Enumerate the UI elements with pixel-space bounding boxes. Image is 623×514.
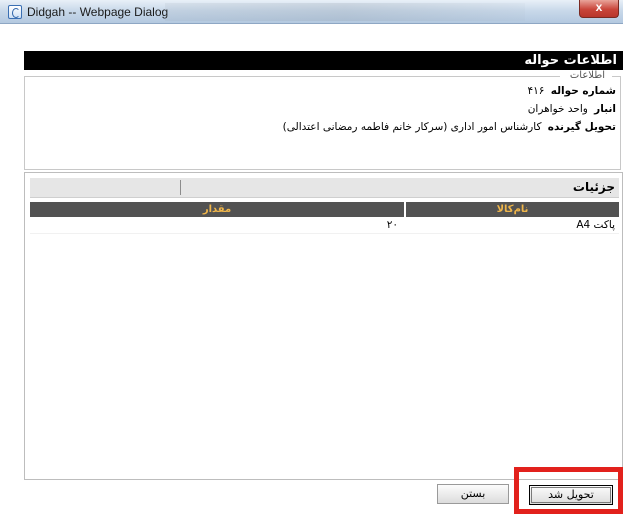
details-header: جزئیات [30,178,619,198]
info-fieldset: اطلاعات شماره حواله ۴۱۶ انبار واحد خواهر… [24,70,621,170]
close-button[interactable]: بستن [437,484,509,504]
warehouse-row: انبار واحد خواهران [528,103,616,115]
annotation-highlight-box [514,467,623,514]
quantity-cell: ۲۰ [386,219,398,231]
warehouse-value: واحد خواهران [527,103,588,115]
details-header-separator [180,180,181,195]
window-title: Didgah -- Webpage Dialog [27,5,169,19]
column-header-item-name[interactable]: نام‌کالا [406,202,619,217]
details-title: جزئیات [572,180,615,194]
window-title-bar: Didgah -- Webpage Dialog x [0,0,623,24]
grid-header: مقدار نام‌کالا [30,202,619,217]
title-bar-background-blur [165,3,525,21]
fieldset-border [25,76,560,77]
recipient-value: کارشناس امور اداری (سرکار خانم فاطمه رمض… [282,121,542,133]
warehouse-label: انبار [594,103,616,115]
table-row[interactable]: پاکت A4 ۲۰ [30,218,619,234]
recipient-row: تحویل گیرنده کارشناس امور اداری (سرکار خ… [283,121,616,133]
details-panel: جزئیات مقدار نام‌کالا پاکت A4 ۲۰ [24,172,623,480]
item-name-cell: پاکت A4 [576,219,615,231]
transfer-number-value: ۴۱۶ [527,85,545,97]
recipient-label: تحویل گیرنده [547,121,616,133]
close-icon: x [595,0,603,14]
transfer-number-row: شماره حواله ۴۱۶ [527,85,616,97]
column-header-quantity[interactable]: مقدار [30,202,404,217]
window-close-button[interactable]: x [579,0,619,18]
fieldset-border-right [612,76,620,77]
transfer-number-label: شماره حواله [550,85,616,97]
page-title: اطلاعات حواله [24,51,623,70]
ie-page-icon [8,5,22,19]
dialog-body: اطلاعات حواله اطلاعات شماره حواله ۴۱۶ ان… [0,24,623,514]
info-legend: اطلاعات [566,70,608,81]
